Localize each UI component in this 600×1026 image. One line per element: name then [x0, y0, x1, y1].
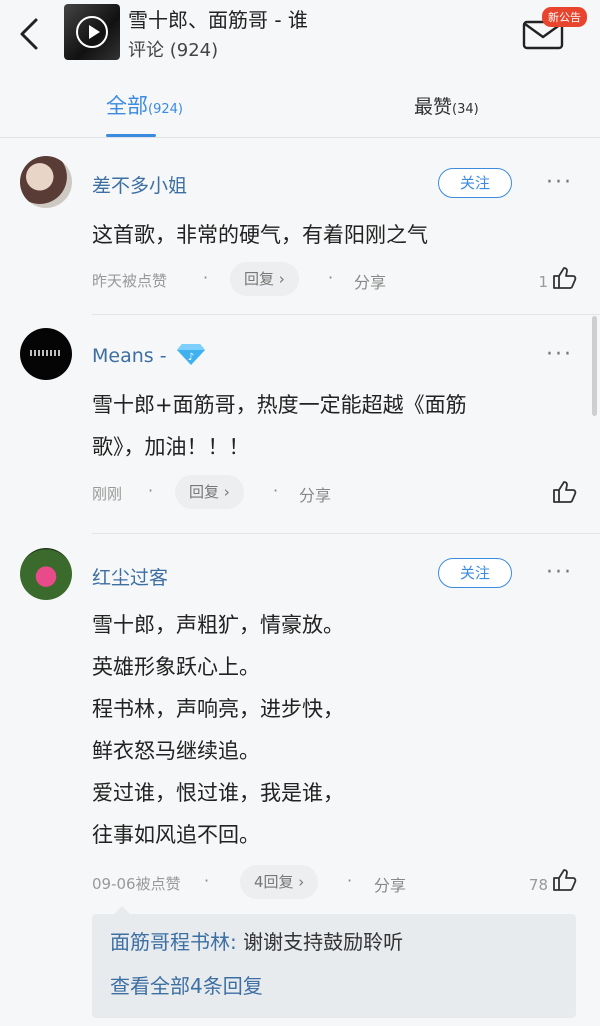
comments-heading: 评论 (924) [128, 36, 218, 62]
comment-line: 鲜衣怒马继续追。 [92, 739, 260, 763]
comment-time: 09-06被点赞 [92, 875, 181, 893]
reply-button[interactable]: 4回复 › [240, 865, 319, 899]
comment-content: 雪十郎，声粗犷，情豪放。 英雄形象跃心上。 程书林，声响亮，进步快， 鲜衣怒马继… [92, 604, 344, 856]
comment-line: 这首歌，非常的硬气，有着阳刚之气 [92, 223, 428, 247]
active-tab-indicator [106, 134, 156, 137]
comment-line: 爱过谁，恨过谁，我是谁， [92, 781, 344, 805]
divider [92, 533, 600, 534]
avatar[interactable] [20, 156, 72, 208]
thumbs-up-icon[interactable] [552, 868, 578, 892]
comment-content: 雪十郎+面筋哥，热度一定能超越《面筋 歌》，加油！！！ [92, 384, 467, 468]
avatar[interactable] [20, 548, 72, 600]
more-options-icon[interactable]: ··· [546, 562, 573, 584]
back-arrow-icon[interactable] [14, 14, 44, 54]
thumbs-up-icon[interactable] [552, 480, 578, 504]
sub-reply-line: 面筋哥程书林: 谢谢支持鼓励聆听 [110, 926, 403, 955]
follow-button[interactable]: 关注 [438, 168, 512, 198]
comments-label: 评论 [128, 40, 164, 61]
separator-dot: · [203, 268, 209, 287]
share-button[interactable]: 分享 [374, 872, 406, 896]
like-count: 78 [528, 876, 548, 894]
vip-diamond-icon: ♪ [177, 344, 205, 365]
username[interactable]: 差不多小姐 [92, 171, 187, 198]
tab-all-label: 全部 [106, 94, 148, 118]
separator-dot: · [204, 871, 210, 890]
separator-dot: · [273, 481, 279, 500]
separator-dot: · [148, 481, 154, 500]
more-options-icon[interactable]: ··· [546, 344, 573, 366]
comment-line: 程书林，声响亮，进步快， [92, 697, 344, 721]
username[interactable]: 红尘过客 [92, 563, 168, 590]
view-all-replies-link[interactable]: 查看全部4条回复 [110, 970, 263, 999]
share-button[interactable]: 分享 [354, 269, 386, 293]
comment-line: 雪十郎，声粗犷，情豪放。 [92, 613, 344, 637]
comment-line: 歌》，加油！！！ [92, 435, 250, 459]
thumbs-up-icon[interactable] [552, 266, 578, 290]
comment-line: 雪十郎+面筋哥，热度一定能超越《面筋 [92, 393, 467, 417]
tab-top[interactable]: 最赞(34) [414, 92, 479, 119]
sub-reply-text: 谢谢支持鼓励聆听 [243, 930, 404, 954]
reply-button[interactable]: 回复 › [230, 262, 299, 296]
sub-reply-author[interactable]: 面筋哥程书林: [110, 930, 237, 954]
comment-time: 刚刚 [92, 485, 123, 503]
separator-dot: · [347, 871, 353, 890]
notice-badge[interactable]: 新公告 [542, 7, 587, 27]
song-cover[interactable] [64, 4, 120, 60]
scrollbar[interactable] [592, 316, 597, 416]
comment-line: 往事如风追不回。 [92, 823, 260, 847]
comment-line: 英雄形象跃心上。 [92, 655, 260, 679]
song-title: 雪十郎、面筋哥 - 谁 [128, 8, 308, 32]
share-button[interactable]: 分享 [299, 482, 331, 506]
avatar[interactable] [20, 328, 72, 380]
comment-time: 昨天被点赞 [92, 272, 168, 290]
sub-reply-box[interactable]: 面筋哥程书林: 谢谢支持鼓励聆听 查看全部4条回复 [92, 906, 576, 1018]
tab-all-count: (924) [148, 102, 183, 117]
reply-button[interactable]: 回复 › [175, 475, 244, 509]
follow-button[interactable]: 关注 [438, 558, 512, 588]
separator-dot: · [328, 268, 334, 287]
comment-content: 这首歌，非常的硬气，有着阳刚之气 [92, 214, 428, 256]
comment-tabs: 全部(924) 最赞(34) [0, 78, 600, 138]
top-bar: 雪十郎、面筋哥 - 谁 评论 (924) 新公告 [0, 0, 600, 70]
play-icon[interactable] [76, 16, 108, 48]
svg-text:♪: ♪ [188, 352, 194, 363]
tab-top-count: (34) [452, 102, 479, 117]
tab-top-label: 最赞 [414, 96, 453, 118]
comments-count: (924) [169, 40, 219, 61]
tab-all[interactable]: 全部(924) [106, 90, 183, 120]
like-count: 1 [538, 273, 548, 291]
username[interactable]: Means - [92, 345, 167, 367]
divider [92, 314, 600, 315]
more-options-icon[interactable]: ··· [546, 172, 573, 194]
